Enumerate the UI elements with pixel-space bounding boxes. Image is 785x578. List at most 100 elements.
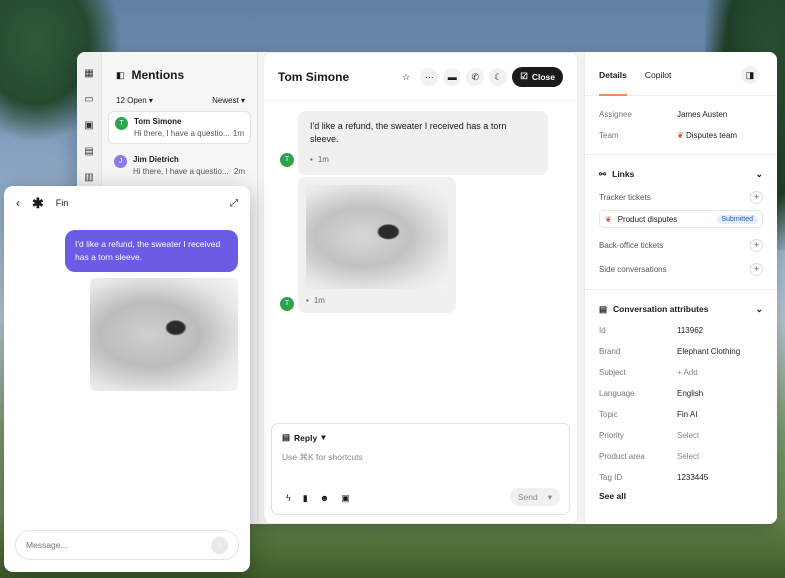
app-logo-icon[interactable]: ▦: [84, 68, 95, 79]
close-conversation-button[interactable]: ☑ Close: [512, 66, 563, 87]
chevron-down-icon: ▾: [321, 432, 326, 442]
send-arrow-icon[interactable]: ↑: [211, 536, 228, 554]
fin-messenger-widget: ‹ ✱ Fin ⤢ I'd like a refund, the sweater…: [4, 186, 250, 572]
attribute-value[interactable]: Select: [677, 452, 699, 461]
knowledge-book-icon[interactable]: ▤: [84, 146, 95, 157]
ticket-name: Product disputes: [617, 214, 678, 224]
reply-composer[interactable]: ▤ Reply ▾ Use ⌘K for shortcuts ϟ ▮ ☻ ▣ S…: [271, 423, 570, 515]
attribute-value[interactable]: Select: [677, 431, 699, 440]
conversation-preview: Hi there, I have a questio...: [133, 167, 229, 176]
expand-icon[interactable]: ⤢: [230, 198, 238, 209]
avatar: T: [115, 117, 128, 130]
team-icon: ❦: [677, 131, 684, 140]
close-check-icon: ☑: [520, 71, 528, 81]
message-time: 1m: [317, 155, 329, 164]
add-backoffice-ticket-button[interactable]: +: [750, 238, 763, 252]
fin-logo-icon: ✱: [32, 194, 44, 211]
attribute-label: Language: [599, 389, 635, 398]
lightning-icon[interactable]: ϟ: [286, 493, 291, 504]
snooze-icon[interactable]: ☾: [489, 67, 508, 86]
conversation-name: Tom Simone: [134, 117, 182, 126]
tab-details[interactable]: Details: [599, 70, 627, 96]
open-filter-dropdown[interactable]: 12 Open ▾: [116, 96, 153, 105]
back-arrow-icon[interactable]: ‹: [16, 196, 20, 210]
article-icon[interactable]: ▮: [303, 493, 308, 504]
sort-dropdown[interactable]: Newest ▾: [212, 96, 245, 105]
message-thread: I'd like a refund, the sweater I receive…: [264, 101, 577, 419]
chevron-down-icon[interactable]: ⌄: [755, 169, 763, 180]
composer-placeholder[interactable]: Use ⌘K for shortcuts: [282, 452, 559, 463]
composer-toolbar: ϟ ▮ ☻ ▣: [286, 493, 350, 504]
mentions-header: ◧ Mentions: [116, 68, 251, 82]
links-header[interactable]: ⚯ Links ⌄: [599, 163, 763, 185]
link-icon: ⚯: [599, 168, 607, 179]
fin-header: ‹ ✱ Fin ⤢: [4, 186, 250, 220]
attribute-value[interactable]: Elephant Clothing: [677, 347, 740, 356]
conversation-preview: Hi there, I have a questio...: [134, 129, 230, 138]
backoffice-tickets-label: Back-office tickets: [599, 240, 664, 250]
star-icon[interactable]: ☆: [397, 68, 415, 86]
contacts-icon[interactable]: ▣: [84, 120, 95, 131]
emoji-icon[interactable]: ☻: [320, 493, 329, 504]
channel-icon: ▪: [310, 155, 313, 164]
conversation-panel: Tom Simone ☆ ⋯ ▬ ✆ ☾ ☑ Close I'd like a …: [263, 52, 578, 524]
attribute-label: Priority: [599, 431, 624, 440]
conversation-header: Tom Simone ☆ ⋯ ▬ ✆ ☾ ☑ Close: [264, 53, 577, 101]
tab-copilot[interactable]: Copilot: [645, 70, 671, 96]
channel-icon: ▪: [306, 296, 309, 305]
attribute-value[interactable]: English: [677, 389, 703, 398]
attribute-label: Brand: [599, 347, 621, 356]
reply-icon: ▤: [282, 432, 291, 442]
inbox-icon[interactable]: ▭: [84, 94, 95, 105]
conversation-time: 2m: [233, 167, 245, 176]
torn-sweater-photo[interactable]: [306, 185, 448, 289]
attributes-header[interactable]: ▤ Conversation attributes ⌄: [599, 298, 763, 320]
customer-message-bubble: I'd like a refund, the sweater I receive…: [298, 111, 548, 175]
phone-icon[interactable]: ✆: [466, 67, 485, 86]
add-tracker-ticket-button[interactable]: +: [750, 190, 763, 204]
chevron-down-icon: ▾: [547, 491, 552, 502]
side-conversations-label: Side conversations: [599, 264, 667, 274]
attribute-value[interactable]: 113962: [677, 326, 703, 335]
message-input[interactable]: [26, 540, 211, 550]
tracker-tickets-label: Tracker tickets: [599, 192, 651, 202]
conversation-list-item[interactable]: J Jim Dietrich Hi there, I have a questi…: [108, 150, 251, 181]
attribute-label: Tag ID: [599, 473, 623, 482]
attribute-value[interactable]: Fin AI: [677, 410, 697, 419]
assignee-value[interactable]: James Austen: [677, 110, 727, 119]
conversation-title: Tom Simone: [278, 69, 350, 84]
send-button[interactable]: Send ▾: [509, 488, 560, 506]
reports-chart-icon[interactable]: ▥: [84, 172, 95, 183]
team-label: Team: [599, 131, 619, 140]
see-all-link[interactable]: See all: [599, 491, 763, 501]
fin-message-input[interactable]: ↑: [15, 530, 239, 560]
ticket-icon[interactable]: ▬: [443, 67, 462, 86]
attribute-value[interactable]: + Add: [677, 368, 698, 377]
more-options-icon[interactable]: ⋯: [420, 67, 439, 86]
fin-sweater-photo[interactable]: [90, 278, 238, 391]
attribute-label: Id: [599, 326, 606, 335]
sidebar-toggle-icon[interactable]: ◧: [116, 70, 125, 81]
chevron-down-icon[interactable]: ⌄: [755, 304, 763, 315]
avatar: J: [114, 155, 127, 168]
attributes-section: ▤ Conversation attributes ⌄ Id 113962 Bra…: [585, 290, 777, 509]
reply-type-dropdown[interactable]: ▤ Reply ▾: [282, 432, 559, 443]
conversation-name: Jim Dietrich: [133, 155, 179, 164]
conversation-time: 1m: [232, 129, 244, 138]
fin-title: Fin: [55, 198, 69, 208]
conversation-list-item[interactable]: T Tom Simone Hi there, I have a questio.…: [108, 111, 251, 144]
details-panel: Details Copilot ◨ Assignee James Austen …: [584, 52, 777, 524]
add-side-conversation-button[interactable]: +: [750, 262, 763, 276]
team-value[interactable]: ❦ Disputes team: [677, 131, 737, 140]
fin-user-message: I'd like a refund, the sweater I receive…: [65, 230, 238, 272]
avatar: T: [280, 297, 294, 311]
tracker-ticket-item[interactable]: ❦ Product disputes Submitted: [599, 210, 763, 228]
panel-toggle-icon[interactable]: ◨: [741, 66, 759, 84]
customer-image-bubble: ▪ 1m: [298, 177, 456, 313]
avatar: T: [280, 153, 294, 167]
links-section: ⚯ Links ⌄ Tracker tickets + ❦ Product di…: [585, 155, 777, 290]
assignment-section: Assignee James Austen Team ❦ Disputes te…: [585, 96, 777, 155]
status-badge: Submitted: [717, 214, 757, 224]
ai-icon[interactable]: ▣: [341, 493, 350, 504]
attribute-value[interactable]: 1233445: [677, 473, 708, 482]
